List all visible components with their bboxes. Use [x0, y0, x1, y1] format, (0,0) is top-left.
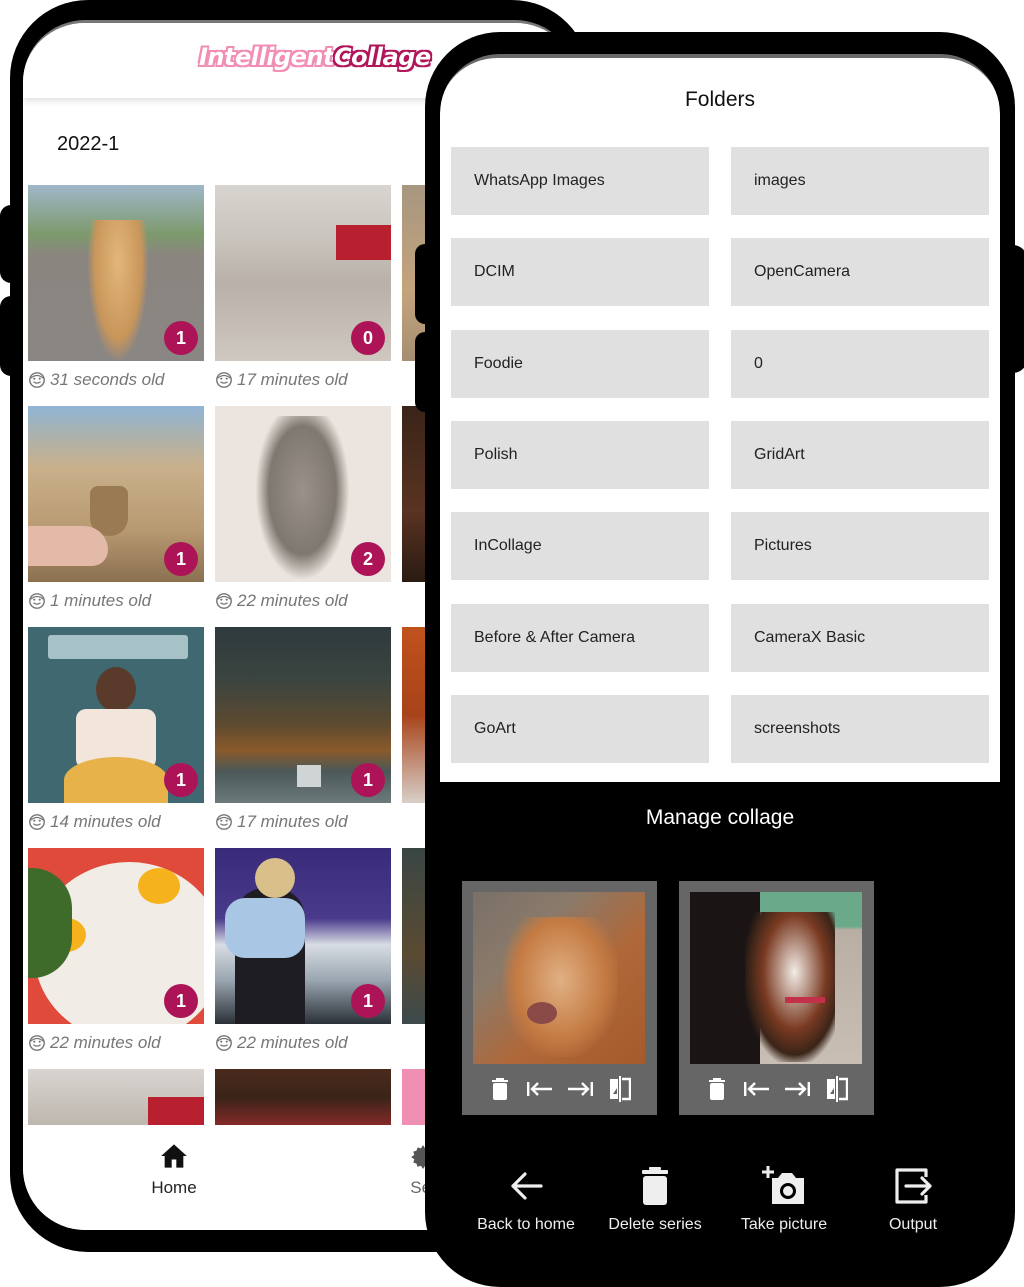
- add-camera-icon: [762, 1166, 804, 1204]
- collage-item[interactable]: [679, 881, 874, 1115]
- folder-button[interactable]: GridArt: [731, 420, 989, 489]
- arrow-left-icon: [511, 1172, 543, 1200]
- photo-thumbnail[interactable]: 1: [215, 848, 391, 1024]
- folders-title: Folders: [684, 88, 756, 111]
- photo-tile[interactable]: 1 31 seconds old: [28, 185, 204, 391]
- photo-age: 22 minutes old: [215, 590, 391, 612]
- photo-tile[interactable]: 1 22 minutes old: [215, 848, 391, 1054]
- folder-button[interactable]: Foodie: [451, 329, 709, 398]
- folder-button[interactable]: InCollage: [451, 512, 709, 581]
- face-icon: [29, 372, 45, 388]
- delete-icon[interactable]: [704, 1076, 730, 1102]
- folder-button[interactable]: Polish: [451, 420, 709, 489]
- face-icon: [216, 814, 232, 830]
- photo-age: 22 minutes old: [28, 1032, 204, 1054]
- manage-collage-title: Manage collage: [645, 806, 795, 829]
- collage-item-actions: [462, 1071, 657, 1107]
- series-count-badge: 0: [351, 321, 385, 355]
- face-icon: [216, 372, 232, 388]
- flip-icon[interactable]: [607, 1076, 633, 1102]
- photo-thumbnail[interactable]: [215, 1069, 391, 1127]
- photo-thumbnail[interactable]: 1: [28, 848, 204, 1024]
- move-left-icon[interactable]: [526, 1076, 553, 1102]
- series-count-badge: 1: [164, 984, 198, 1018]
- series-count-badge: 1: [164, 763, 198, 797]
- move-left-icon[interactable]: [743, 1076, 770, 1102]
- folder-button[interactable]: CameraX Basic: [731, 603, 989, 672]
- photo-age: 14 minutes old: [28, 811, 204, 833]
- nav-home[interactable]: Home: [124, 1143, 224, 1198]
- photo-age: 31 seconds old: [28, 369, 204, 391]
- folder-button[interactable]: OpenCamera: [731, 238, 989, 307]
- volume-down-button: [0, 296, 22, 376]
- folder-button[interactable]: DCIM: [451, 238, 709, 307]
- series-count-badge: 1: [164, 542, 198, 576]
- photo-thumbnail[interactable]: 1: [28, 627, 204, 803]
- photo-thumbnail[interactable]: 2: [215, 406, 391, 582]
- photo-thumbnail[interactable]: 1: [215, 627, 391, 803]
- collage-image[interactable]: [473, 892, 645, 1064]
- face-icon: [29, 1035, 45, 1051]
- side-button: [415, 332, 435, 412]
- photo-tile[interactable]: 1 22 minutes old: [28, 848, 204, 1054]
- back-to-home-button[interactable]: Back to home: [462, 1164, 590, 1234]
- take-picture-button[interactable]: Take picture: [720, 1164, 848, 1234]
- folder-button[interactable]: Pictures: [731, 512, 989, 581]
- photo-tile[interactable]: 0 17 minutes old: [215, 185, 391, 391]
- photo-tile[interactable]: [215, 1069, 391, 1127]
- volume-up-button: [0, 205, 22, 283]
- output-button[interactable]: Output: [849, 1164, 977, 1234]
- photo-age: 17 minutes old: [215, 369, 391, 391]
- collage-image[interactable]: [690, 892, 862, 1064]
- folders-panel: Folders WhatsApp Images images DCIM OpenCam…: [440, 54, 1000, 782]
- photo-tile[interactable]: 2 22 minutes old: [215, 406, 391, 612]
- collage-item[interactable]: [462, 881, 657, 1115]
- folder-button[interactable]: images: [731, 147, 989, 215]
- move-right-icon[interactable]: [567, 1076, 593, 1102]
- folder-button[interactable]: WhatsApp Images: [451, 147, 709, 215]
- photo-tile[interactable]: [28, 1069, 204, 1127]
- delete-icon[interactable]: [487, 1076, 513, 1102]
- flip-icon[interactable]: [824, 1076, 850, 1102]
- photo-thumbnail[interactable]: 0: [215, 185, 391, 361]
- folder-button[interactable]: GoArt: [451, 694, 709, 763]
- photo-thumbnail[interactable]: 1: [28, 406, 204, 582]
- collage-action-bar: Back to home Delete series Take picture …: [440, 1164, 1000, 1254]
- photo-tile[interactable]: 1 17 minutes old: [215, 627, 391, 833]
- photo-thumbnail[interactable]: [28, 1069, 204, 1127]
- photo-age: 17 minutes old: [215, 811, 391, 833]
- photo-tile[interactable]: 1 1 minutes old: [28, 406, 204, 612]
- photo-age: 1 minutes old: [28, 590, 204, 612]
- face-icon: [29, 814, 45, 830]
- folder-button[interactable]: screenshots: [731, 694, 989, 763]
- power-button: [999, 245, 1024, 373]
- collage-item-actions: [679, 1071, 874, 1107]
- series-count-badge: 1: [351, 984, 385, 1018]
- series-count-badge: 2: [351, 542, 385, 576]
- photo-age: 22 minutes old: [215, 1032, 391, 1054]
- section-title: 2022-1: [57, 133, 120, 155]
- manage-screen: Folders WhatsApp Images images DCIM OpenCam…: [440, 54, 1000, 1272]
- move-right-icon[interactable]: [784, 1076, 810, 1102]
- trash-icon: [642, 1167, 668, 1205]
- right-phone-frame: Folders WhatsApp Images images DCIM OpenCam…: [415, 32, 1024, 1287]
- face-icon: [216, 1035, 232, 1051]
- photo-thumbnail[interactable]: 1: [28, 185, 204, 361]
- output-icon: [895, 1168, 932, 1204]
- folder-button[interactable]: Before & After Camera: [451, 603, 709, 672]
- photo-tile[interactable]: 1 14 minutes old: [28, 627, 204, 833]
- face-icon: [216, 593, 232, 609]
- delete-series-button[interactable]: Delete series: [591, 1164, 719, 1234]
- side-button: [415, 244, 435, 324]
- face-icon: [29, 593, 45, 609]
- series-count-badge: 1: [164, 321, 198, 355]
- folder-button[interactable]: 0: [731, 329, 989, 398]
- home-icon: [161, 1144, 187, 1168]
- series-count-badge: 1: [351, 763, 385, 797]
- app-logo: IntelligentCollage: [199, 43, 431, 71]
